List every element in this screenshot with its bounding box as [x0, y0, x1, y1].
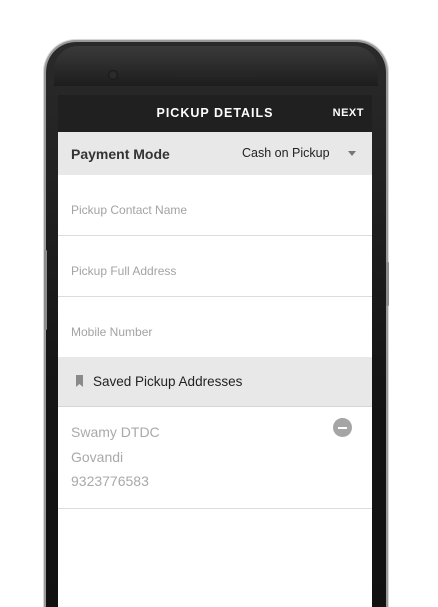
saved-addresses-label: Saved Pickup Addresses	[93, 374, 243, 389]
app-screen: PICKUP DETAILS NEXT Payment Mode Cash on…	[58, 95, 372, 607]
next-button[interactable]: NEXT	[333, 107, 364, 119]
payment-mode-select[interactable]: Cash on Pickup	[234, 141, 366, 165]
mobile-field-row	[58, 297, 372, 357]
power-button	[386, 262, 389, 306]
front-camera	[108, 70, 118, 80]
page-title: PICKUP DETAILS	[156, 106, 274, 120]
saved-addresses-header: Saved Pickup Addresses	[58, 357, 372, 407]
payment-mode-label: Payment Mode	[71, 146, 170, 162]
address-area: Govandi	[71, 449, 124, 465]
full-address-input[interactable]	[71, 264, 359, 278]
earpiece-speaker	[175, 72, 257, 77]
app-bar: PICKUP DETAILS NEXT	[58, 95, 372, 132]
address-phone: 9323776583	[71, 473, 149, 489]
contact-name-input[interactable]	[71, 203, 359, 217]
full-address-field-row	[58, 236, 372, 297]
phone-top-bezel	[54, 46, 378, 86]
saved-address-item[interactable]: Swamy DTDC Govandi 9323776583	[58, 407, 372, 509]
volume-button	[44, 250, 47, 330]
minus-circle-icon[interactable]	[333, 418, 352, 437]
contact-name-field-row	[58, 175, 372, 236]
address-name: Swamy DTDC	[71, 424, 160, 440]
payment-mode-value: Cash on Pickup	[242, 146, 330, 160]
bookmark-icon	[76, 375, 83, 387]
payment-mode-row: Payment Mode Cash on Pickup	[58, 132, 372, 175]
chevron-down-icon	[348, 151, 356, 156]
mobile-number-input[interactable]	[71, 325, 359, 339]
